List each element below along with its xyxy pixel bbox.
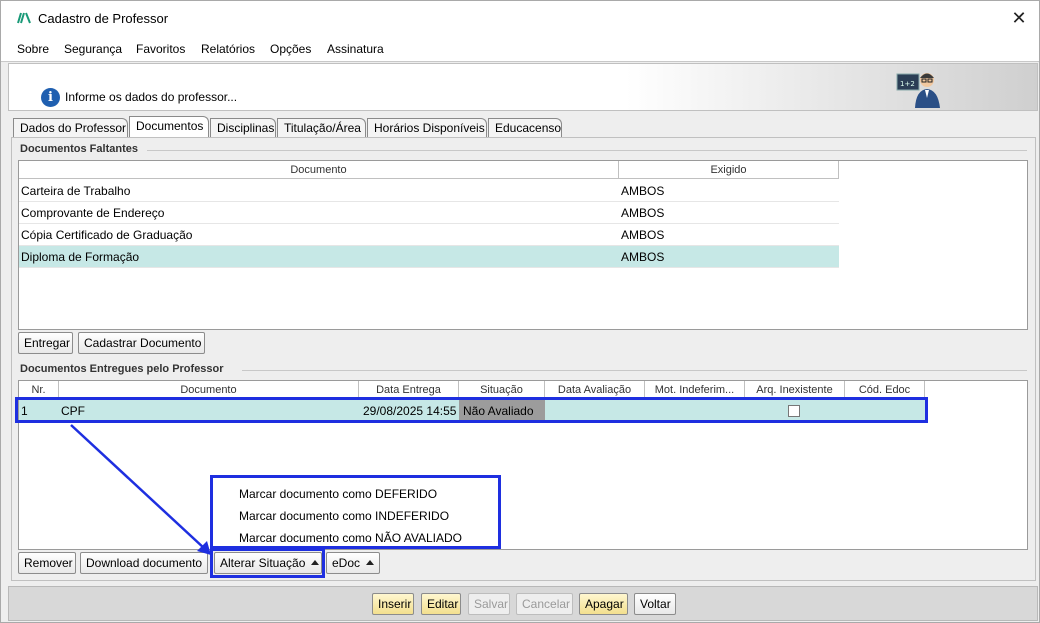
tab-label: Disciplinas bbox=[217, 121, 275, 135]
menu-item-nao-avaliado[interactable]: Marcar documento como NÃO AVALIADO bbox=[239, 531, 462, 545]
editar-button[interactable]: Editar bbox=[421, 593, 461, 615]
table-row[interactable]: Carteira de Trabalho AMBOS bbox=[19, 180, 839, 202]
inserir-button[interactable]: Inserir bbox=[372, 593, 414, 615]
cell-exigido: AMBOS bbox=[621, 250, 665, 264]
tab-documentos[interactable]: Documentos bbox=[129, 116, 209, 138]
cell-exigido: AMBOS bbox=[621, 228, 665, 242]
salvar-button[interactable]: Salvar bbox=[468, 593, 510, 615]
menu-assinatura[interactable]: Assinatura bbox=[327, 42, 384, 56]
table-row-selected[interactable]: Diploma de Formação AMBOS bbox=[19, 246, 839, 268]
voltar-button[interactable]: Voltar bbox=[634, 593, 676, 615]
column-header-documento[interactable]: Documento bbox=[19, 161, 619, 179]
cell-documento: Diploma de Formação bbox=[21, 250, 140, 264]
section-rule bbox=[147, 150, 1027, 151]
tab-horarios-disponiveis[interactable]: Horários Disponíveis bbox=[367, 118, 487, 138]
tab-label: Titulação/Área bbox=[284, 121, 361, 135]
tab-dados-professor[interactable]: Dados do Professor bbox=[13, 118, 128, 138]
menu-item-deferido[interactable]: Marcar documento como DEFERIDO bbox=[239, 487, 437, 501]
tab-label: Dados do Professor bbox=[20, 121, 127, 135]
tab-label: Educacenso bbox=[495, 121, 562, 135]
menu-relatorios[interactable]: Relatórios bbox=[201, 42, 255, 56]
menu-opcoes[interactable]: Opções bbox=[270, 42, 311, 56]
table-row[interactable]: Cópia Certificado de Graduação AMBOS bbox=[19, 224, 839, 246]
faltantes-table: Documento Exigido Carteira de Trabalho A… bbox=[18, 160, 1028, 330]
svg-text:1+2: 1+2 bbox=[900, 80, 915, 88]
app-window: Cadastro de Professor ✕ Sobre Segurança … bbox=[0, 0, 1040, 623]
close-icon[interactable]: ✕ bbox=[1009, 8, 1029, 28]
column-header-exigido[interactable]: Exigido bbox=[619, 161, 839, 179]
cadastrar-documento-button[interactable]: Cadastrar Documento bbox=[78, 332, 205, 354]
window-title: Cadastro de Professor bbox=[38, 11, 169, 26]
tab-educacenso[interactable]: Educacenso bbox=[488, 118, 562, 138]
cell-exigido: AMBOS bbox=[621, 184, 665, 198]
header-info-text: Informe os dados do professor... bbox=[65, 90, 238, 104]
cell-documento: Cópia Certificado de Graduação bbox=[21, 228, 193, 242]
apagar-button[interactable]: Apagar bbox=[579, 593, 628, 615]
teacher-avatar-icon: 1+2 bbox=[896, 73, 940, 108]
menu-favoritos[interactable]: Favoritos bbox=[136, 42, 185, 56]
annotation-arrow bbox=[70, 424, 211, 555]
header-panel: i Informe os dados do professor... 1+2 bbox=[8, 63, 1038, 111]
annotation-row-highlight bbox=[15, 397, 928, 423]
tab-label: Horários Disponíveis bbox=[374, 121, 485, 135]
section-title-entregues: Documentos Entregues pelo Professor bbox=[20, 363, 224, 375]
cell-documento: Carteira de Trabalho bbox=[21, 184, 131, 198]
edoc-label: eDoc bbox=[332, 556, 361, 570]
menu-sobre[interactable]: Sobre bbox=[17, 42, 49, 56]
cell-documento: Comprovante de Endereço bbox=[21, 206, 165, 220]
caret-up-icon bbox=[366, 560, 375, 565]
title-bar: Cadastro de Professor ✕ bbox=[1, 1, 1039, 36]
menu-bar: Sobre Segurança Favoritos Relatórios Opç… bbox=[1, 36, 1039, 62]
edoc-button[interactable]: eDoc bbox=[326, 552, 380, 574]
menu-seguranca[interactable]: Segurança bbox=[64, 42, 122, 56]
section-title-faltantes: Documentos Faltantes bbox=[20, 143, 138, 155]
table-row[interactable]: Comprovante de Endereço AMBOS bbox=[19, 202, 839, 224]
app-logo-icon bbox=[17, 12, 31, 24]
entregar-button[interactable]: Entregar bbox=[18, 332, 73, 354]
tab-titulacao-area[interactable]: Titulação/Área bbox=[277, 118, 366, 138]
menu-item-indeferido[interactable]: Marcar documento como INDEFERIDO bbox=[239, 509, 449, 523]
tab-disciplinas[interactable]: Disciplinas bbox=[210, 118, 276, 138]
cancelar-button[interactable]: Cancelar bbox=[516, 593, 573, 615]
tab-label: Documentos bbox=[136, 119, 204, 133]
situacao-popup-menu: Marcar documento como DEFERIDO Marcar do… bbox=[210, 475, 501, 549]
section-rule bbox=[242, 370, 1027, 371]
cell-exigido: AMBOS bbox=[621, 206, 665, 220]
action-bar: Inserir Editar Salvar Cancelar Apagar Vo… bbox=[8, 586, 1038, 621]
info-icon: i bbox=[41, 88, 60, 107]
